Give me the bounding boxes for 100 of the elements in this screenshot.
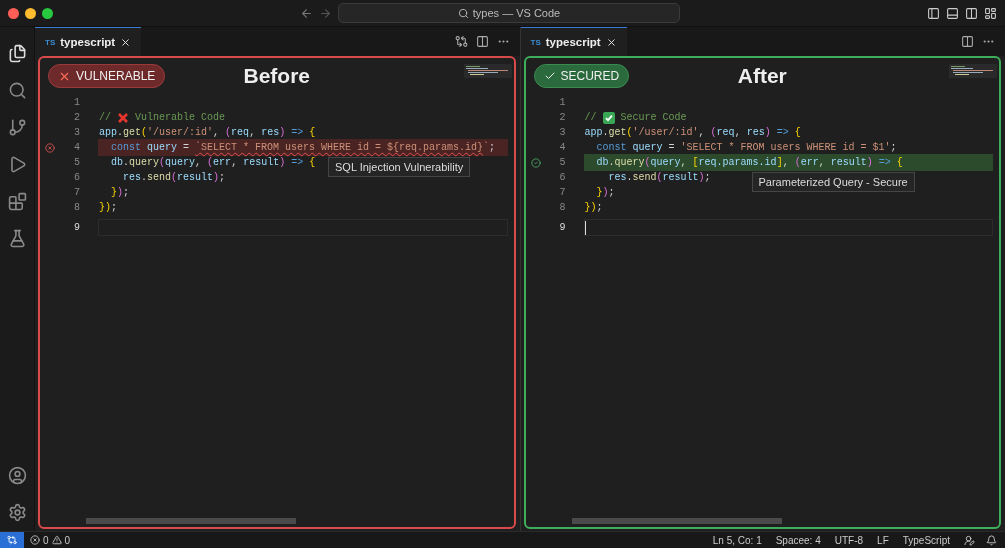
ts-file-icon: TS — [530, 37, 541, 47]
code-token: app — [99, 127, 117, 138]
code-token: => — [775, 127, 790, 138]
code-token: ( — [710, 127, 717, 138]
code-token: send — [632, 172, 657, 183]
code-token: { — [896, 157, 903, 168]
code-token: result — [177, 172, 214, 183]
code-token: . — [123, 157, 130, 168]
code-token: => — [877, 157, 892, 168]
check-circle-icon — [530, 157, 541, 168]
horizontal-scrollbar[interactable] — [86, 518, 296, 524]
code-token: ( — [225, 127, 232, 138]
code-token: app — [584, 127, 603, 138]
code-token: `SELECT * FROM users WHERE id = ${req.params.id} — [195, 142, 484, 153]
code-token: ; — [890, 142, 897, 153]
code-token: ( — [656, 172, 663, 183]
split-editor-icon[interactable] — [961, 35, 974, 48]
horizontal-scrollbar[interactable] — [571, 518, 782, 524]
line-number: 5 — [558, 157, 566, 168]
status-item[interactable]: TypeScript — [895, 534, 957, 546]
code-token: ; — [704, 172, 711, 183]
status-item[interactable]: UTF-8 — [827, 534, 871, 546]
code-token: { — [309, 157, 316, 168]
code-token: res — [746, 127, 765, 138]
code-token: get — [608, 127, 627, 138]
panel-heading: After — [737, 64, 787, 88]
minimap-drawing — [463, 64, 512, 78]
code-token: ; — [596, 202, 603, 213]
code-token: db — [110, 157, 123, 168]
code-token: , — [249, 127, 257, 138]
code-token: . — [608, 157, 615, 168]
code-token: const — [595, 142, 628, 153]
code-token: result — [243, 157, 280, 168]
code-token: ) — [279, 157, 286, 168]
split-editor-icon[interactable] — [475, 35, 489, 48]
compare-icon[interactable] — [454, 35, 468, 48]
line-number: 6 — [73, 172, 80, 183]
code-token: . — [602, 127, 609, 138]
code-token: ) — [866, 157, 873, 168]
toggle-sidebar-icon[interactable] — [927, 6, 940, 20]
code-token: ) — [590, 202, 597, 213]
code-token: req — [716, 127, 735, 138]
layout-icon[interactable] — [984, 6, 997, 20]
status-item[interactable]: Spacee: 4 — [768, 534, 828, 546]
settings-icon[interactable] — [7, 503, 27, 522]
code-token: ) — [602, 187, 609, 198]
code-token: Vulnerable Code — [135, 112, 226, 123]
zoom-window-button[interactable] — [42, 7, 53, 19]
problems-button[interactable]: 0 0 — [24, 534, 77, 546]
code-token: result — [662, 172, 699, 183]
code-token: } — [99, 202, 105, 213]
editor-tab[interactable]: TS typescript — [520, 27, 627, 56]
notifications-icon[interactable] — [986, 534, 997, 546]
code-token: , — [231, 157, 239, 168]
code-token: , — [818, 157, 826, 168]
hover-tooltip: Parameterized Query - Secure — [751, 172, 915, 192]
status-item[interactable]: Ln 5, Co: 1 — [705, 534, 769, 546]
code-token: err — [800, 157, 819, 168]
close-window-button[interactable] — [8, 7, 19, 19]
code-token: . — [117, 127, 124, 138]
toggle-secondary-sidebar-icon[interactable] — [965, 6, 978, 20]
code-token: , — [680, 157, 688, 168]
explorer-icon[interactable] — [7, 44, 27, 63]
search-icon[interactable] — [7, 81, 27, 100]
editor-tab[interactable]: TS typescript — [35, 27, 142, 56]
ts-file-icon: TS — [45, 37, 56, 47]
toggle-panel-icon[interactable] — [946, 6, 959, 20]
code-token: res — [261, 127, 280, 138]
back-icon[interactable] — [300, 6, 313, 20]
feedback-icon[interactable] — [964, 534, 975, 546]
close-icon[interactable] — [605, 36, 617, 48]
flask-icon[interactable] — [7, 229, 27, 248]
code-token: '/user/:id' — [632, 127, 699, 138]
status-item[interactable]: LF — [870, 534, 896, 546]
extensions-icon[interactable] — [7, 192, 27, 211]
code-token: db — [595, 157, 609, 168]
account-icon[interactable] — [7, 466, 27, 485]
badge-label: SECURED — [560, 69, 620, 83]
source-control-icon[interactable] — [7, 118, 27, 137]
code-token: ; — [489, 142, 496, 153]
line-number: 9 — [558, 222, 566, 233]
line-number: 7 — [558, 187, 566, 198]
remote-button[interactable] — [0, 532, 24, 548]
line-number: 3 — [558, 127, 566, 138]
code-token: ) — [213, 172, 220, 183]
check-icon — [543, 70, 556, 82]
code-token: ( — [171, 172, 178, 183]
command-center-field[interactable]: types — VS Code — [338, 3, 680, 23]
line-number: 8 — [558, 202, 566, 213]
line-number: 4 — [73, 142, 80, 153]
minimize-window-button[interactable] — [25, 7, 36, 19]
close-icon[interactable] — [120, 36, 132, 48]
panel-heading: Before — [243, 64, 310, 88]
code-token: req.params.id — [698, 157, 777, 168]
code-token: { — [794, 127, 801, 138]
code-token: send — [147, 172, 172, 183]
line-number: 9 — [73, 222, 80, 233]
code-token: = — [667, 142, 676, 153]
code-token: ] — [776, 157, 783, 168]
code-token: query — [614, 157, 645, 168]
